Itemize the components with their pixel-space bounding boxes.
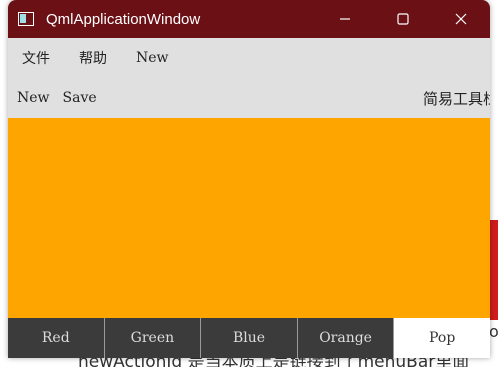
- tab-pop[interactable]: Pop: [394, 318, 490, 358]
- application-window: QmlApplicationWindow 文件 帮助 New New Save …: [8, 0, 490, 358]
- window-title: QmlApplicationWindow: [46, 10, 201, 28]
- maximize-icon: [397, 13, 409, 25]
- menu-bar: 文件 帮助 New: [8, 38, 490, 78]
- tool-bar: New Save 简易工具栏: [8, 78, 490, 118]
- content-area: [8, 118, 490, 318]
- background-window-edge: [490, 220, 498, 320]
- close-icon: [455, 13, 467, 25]
- tab-green[interactable]: Green: [104, 318, 202, 358]
- tab-orange[interactable]: Orange: [297, 318, 395, 358]
- tab-bar: Red Green Blue Orange Pop: [8, 318, 490, 358]
- new-button[interactable]: New: [17, 90, 50, 106]
- app-icon: [18, 12, 34, 26]
- maximize-button[interactable]: [374, 0, 432, 38]
- save-button[interactable]: Save: [63, 90, 97, 106]
- toolbar-title: 简易工具栏: [422, 89, 490, 108]
- menu-new[interactable]: New: [136, 50, 169, 66]
- tab-blue[interactable]: Blue: [201, 318, 298, 358]
- tab-red[interactable]: Red: [8, 318, 105, 358]
- background-text-fragment: o: [489, 322, 498, 341]
- menu-help[interactable]: 帮助: [79, 48, 107, 68]
- minimize-icon: [340, 18, 350, 20]
- close-button[interactable]: [432, 0, 490, 38]
- menu-file[interactable]: 文件: [22, 48, 50, 68]
- minimize-button[interactable]: [316, 0, 374, 38]
- window-controls: [316, 0, 490, 38]
- title-bar[interactable]: QmlApplicationWindow: [8, 0, 490, 38]
